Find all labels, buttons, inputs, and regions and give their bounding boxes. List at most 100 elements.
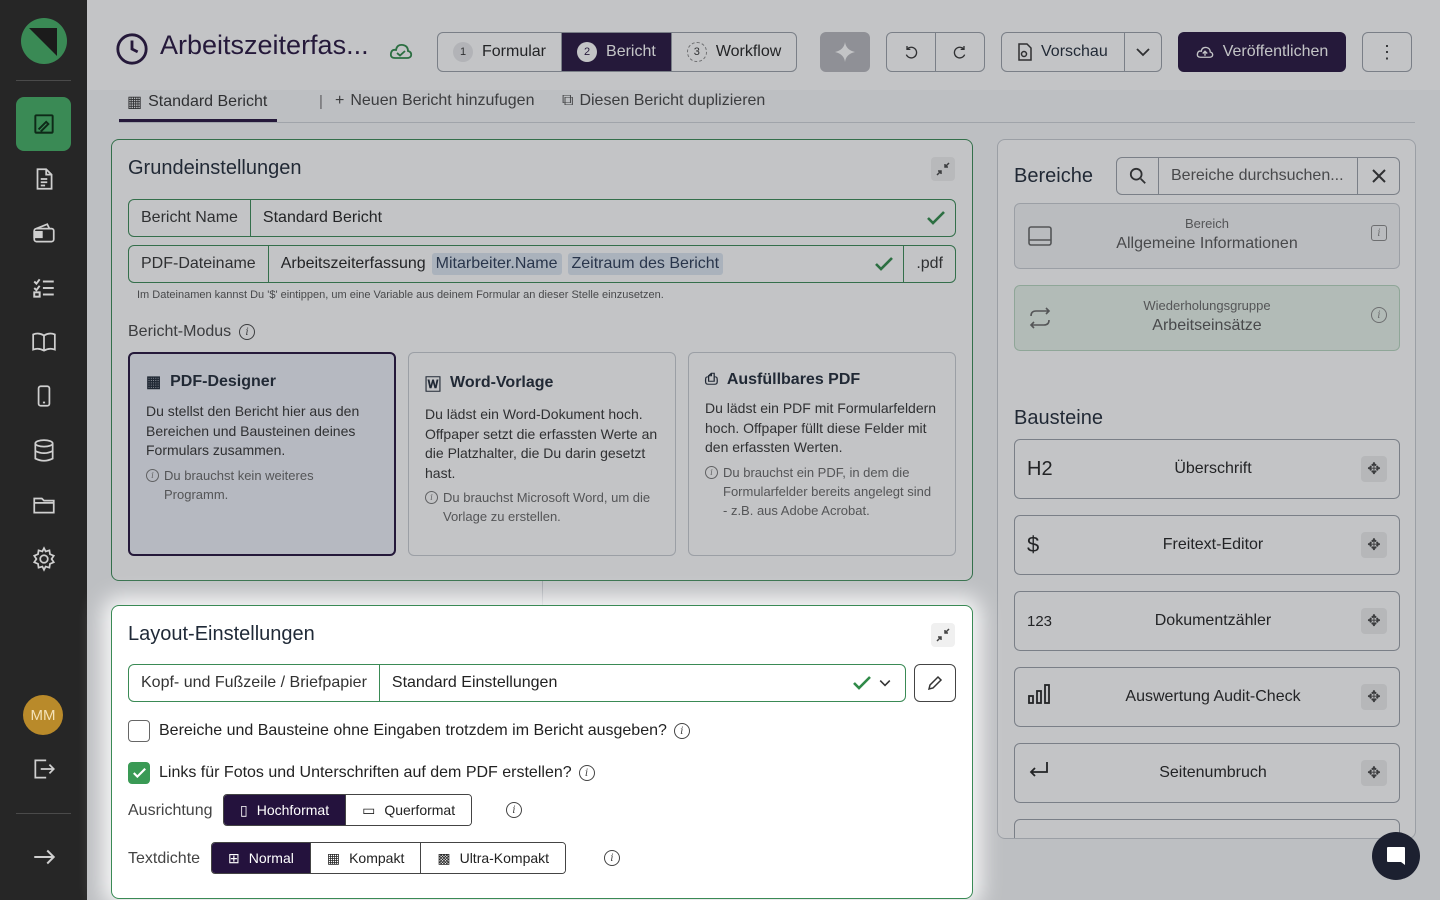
sidebar-item-database[interactable] [16,424,71,478]
move-icon[interactable]: ✥ [1361,760,1387,786]
tab-label: Neuen Bericht hinzufugen [350,92,535,109]
info-icon[interactable]: i [1371,307,1387,323]
gear-icon [32,546,55,572]
undo-button[interactable] [887,33,936,71]
sidebar-expand[interactable] [16,830,71,884]
sidebar-item-logout[interactable] [16,742,71,796]
redo-button[interactable] [936,33,984,71]
block-audit-evaluation[interactable]: Auswertung Audit-Check ✥ [1014,667,1400,727]
empty-sections-checkbox[interactable] [128,720,150,742]
undo-redo-group [886,32,985,72]
duplicate-report-tab[interactable]: ⧉ Diesen Bericht duplizieren [562,92,765,110]
pdf-extension: .pdf [903,246,955,282]
info-icon[interactable]: i [673,723,690,739]
step-label: Formular [482,43,547,60]
mode-note: Du brauchst ein PDF, in dem die Formular… [723,464,932,518]
clock-icon [116,33,148,65]
more-menu-button[interactable]: ⋮ [1362,32,1412,72]
info-icon[interactable]: i [506,802,522,818]
letterhead-value[interactable]: Standard Einstellungen [380,674,853,692]
letterhead-select[interactable]: Kopf- und Fußzeile / Briefpapier Standar… [128,664,906,702]
copy-icon: ⧉ [562,92,574,109]
block-document-counter[interactable]: 123 Dokumentzähler ✥ [1014,591,1400,651]
clear-search-button[interactable] [1357,158,1399,194]
report-name-field[interactable]: Bericht Name Standard Bericht [128,199,956,237]
mode-pdf-designer[interactable]: ▦ PDF-Designer Du stellst den Bericht hie… [128,352,396,556]
move-icon[interactable]: ✥ [1361,532,1387,558]
ai-magic-button[interactable] [820,32,870,72]
report-tabs: ▦ Standard Bericht | + Neuen Bericht hinzu… [119,90,1415,123]
pdf-filename-field[interactable]: PDF-Dateiname Arbeitszeiterfassung Mitar… [128,245,956,283]
report-name-value[interactable]: Standard Bericht [251,209,927,227]
sidebar-item-wallet[interactable] [16,207,71,261]
density-compact[interactable]: ▦ Kompakt [310,843,422,873]
step-switcher: 1 Formular 2 Bericht 3 Workflow [437,32,798,72]
photo-links-checkbox[interactable] [128,762,150,784]
sidebar-item-documents[interactable] [16,152,71,206]
block-text-editor[interactable]: $ Freitext-Editor ✥ [1014,515,1400,575]
info-icon: i [146,468,159,482]
sidebar-item-report-designer[interactable] [16,97,71,151]
move-icon[interactable]: ✥ [1361,608,1387,634]
search-input[interactable]: Bereiche durchsuchen... [1159,158,1357,194]
mode-description: Du stellst den Bericht hier aus den Bere… [146,403,360,458]
chevron-down-icon [1136,48,1150,57]
block-label: Auswertung Audit-Check [1125,688,1301,705]
avatar[interactable]: MM [23,695,63,735]
preview-button[interactable]: Vorschau [1002,33,1125,71]
move-icon[interactable]: ✥ [1361,456,1387,482]
move-icon[interactable]: ✥ [1361,684,1387,710]
empty-sections-label: Bereiche und Bausteine ohne Eingaben tro… [159,722,690,740]
orientation-portrait[interactable]: ▯ Hochformat [224,795,347,825]
variable-chip[interactable]: Mitarbeiter.Name [431,253,562,275]
add-report-tab[interactable]: + Neuen Bericht hinzufugen [335,92,534,110]
info-icon[interactable]: i [1371,225,1387,241]
tab-label: Standard Bericht [148,93,268,110]
connector-line [542,581,543,605]
step-formular[interactable]: 1 Formular [438,33,563,71]
checkbox-text: Links für Fotos und Unterschriften auf d… [159,764,572,781]
report-designer-icon [33,114,54,134]
sidebar-item-handbook[interactable] [16,315,71,369]
preview-caret[interactable] [1125,33,1161,71]
info-icon[interactable]: i [578,765,595,781]
word-file-icon: 🅆 [425,377,442,394]
sidebar-item-app[interactable] [16,369,71,423]
folder-icon [32,497,55,514]
chevron-down-icon[interactable] [879,679,891,687]
density-normal[interactable]: ⊞ Normal [212,843,311,873]
heading-icon: H2 [1027,457,1053,480]
publish-button[interactable]: Veröffentlichen [1178,32,1346,72]
collapse-button[interactable] [931,157,955,181]
cloud-check-icon [389,43,413,59]
step-bericht[interactable]: 2 Bericht [562,33,672,71]
areas-search: Bereiche durchsuchen... [1116,157,1400,195]
block-heading[interactable]: H2 Überschrift ✥ [1014,439,1400,499]
orientation-landscape[interactable]: ▭ Querformat [346,795,472,825]
step-label: Workflow [715,43,782,60]
block-page-break[interactable]: Seitenumbruch ✥ [1014,743,1400,803]
logout-icon [33,759,55,779]
variable-chip[interactable]: Zeitraum des Bericht [567,253,724,275]
pdf-filename-value[interactable]: Arbeitszeiterfassung Mitarbeiter.Name Ze… [269,253,876,275]
check-icon [927,211,945,225]
sidebar-item-settings[interactable] [16,532,71,586]
logo[interactable] [21,18,67,64]
mode-word-template[interactable]: 🅆 Word-Vorlage Du lädst ein Word-Dokument… [408,352,676,556]
chat-button[interactable] [1372,832,1420,880]
density-ultra-compact[interactable]: ▩ Ultra-Kompakt [421,843,566,873]
mode-fillable-pdf[interactable]: ⎙ Ausfüllbares PDF Du lädst ein PDF mit F… [688,352,956,556]
collapse-button[interactable] [931,623,955,647]
info-icon[interactable]: i [604,850,620,866]
area-item[interactable]: Bereich Allgemeine Informationen i [1014,203,1400,269]
sidebar-item-checklists[interactable] [16,261,71,315]
step-workflow[interactable]: 3 Workflow [672,33,796,71]
info-icon[interactable]: i [239,324,256,340]
repeat-group-item[interactable]: Wiederholungsgruppe Arbeitseinsätze i [1014,285,1400,351]
edit-letterhead-button[interactable] [914,664,956,702]
sidebar-item-files[interactable] [16,478,71,532]
page-title: Arbeitszeiterfas... [160,30,369,60]
tab-standard-report[interactable]: ▦ Standard Bericht [127,92,267,112]
density-toggle: ⊞ Normal ▦ Kompakt ▩ Ultra-Kompakt [211,842,567,874]
block-partial[interactable] [1014,819,1400,838]
